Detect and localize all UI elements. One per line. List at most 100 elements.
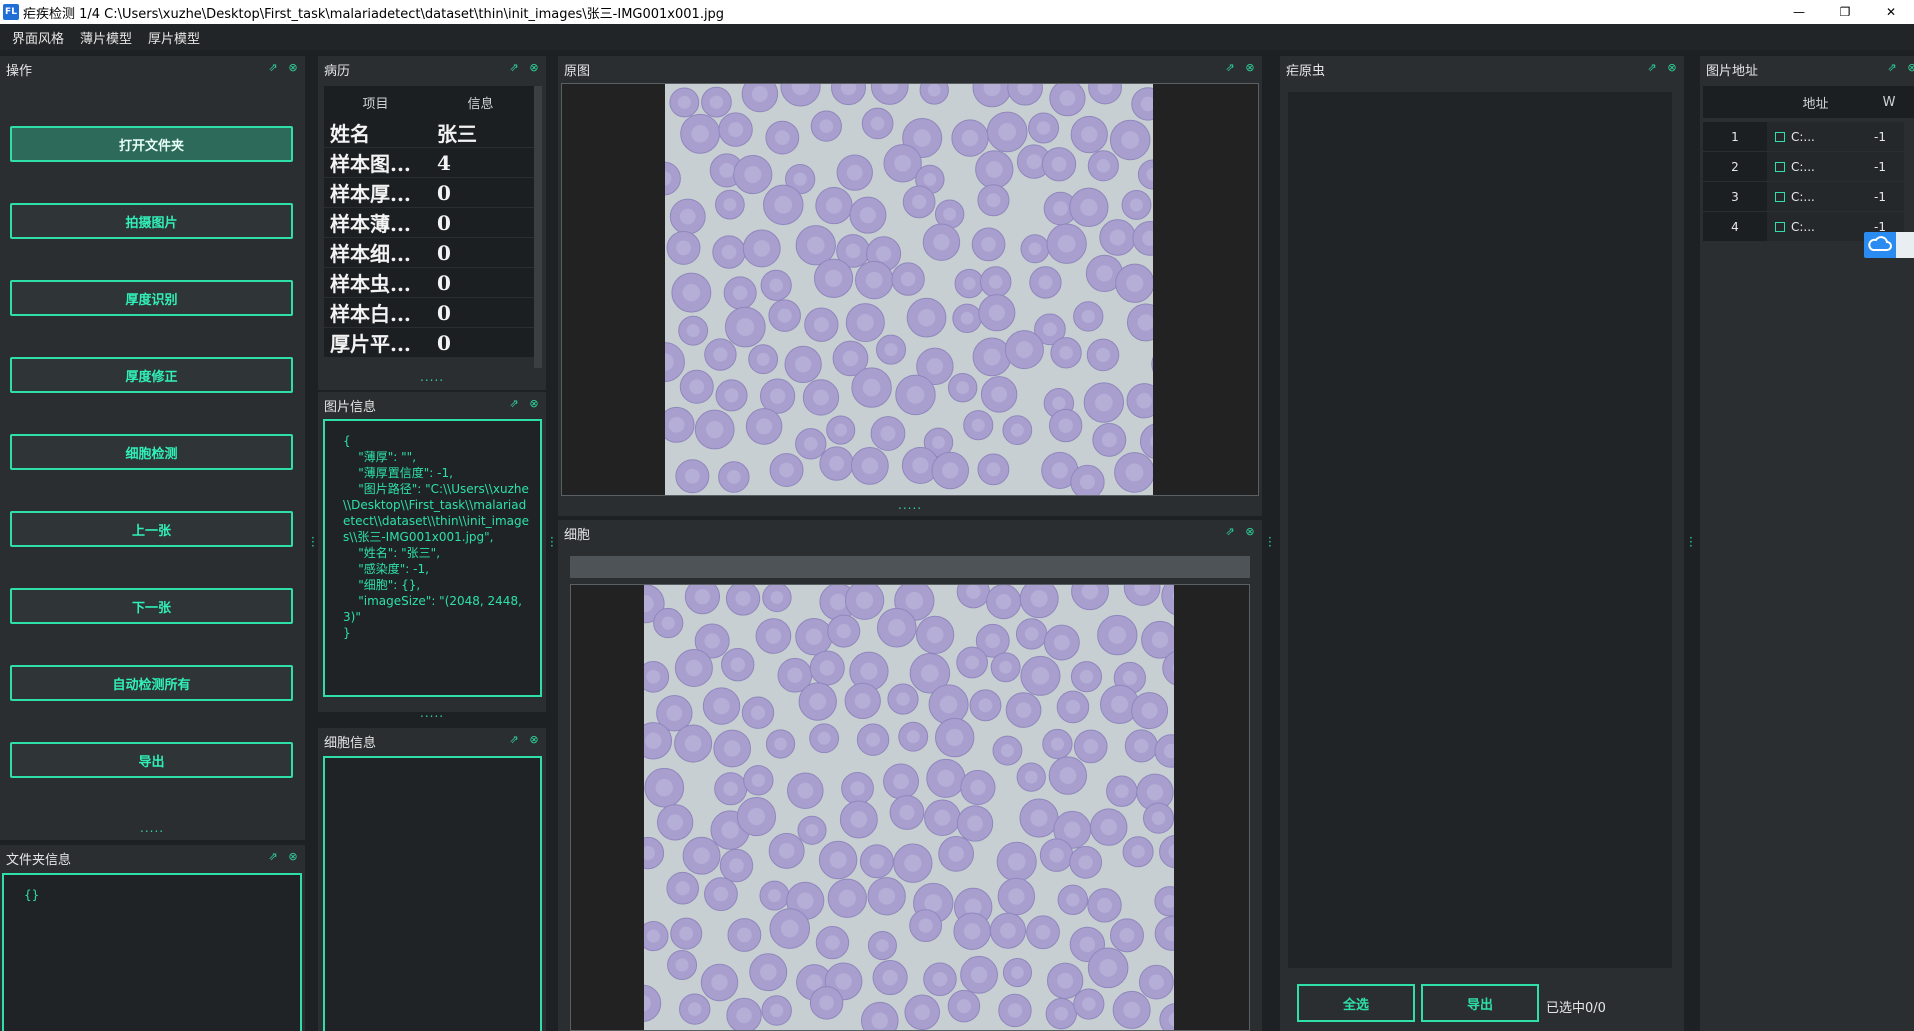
cell-center <box>1043 322 1057 337</box>
table-row[interactable]: 样本虫... 0 <box>324 268 534 298</box>
cell-center <box>1063 821 1081 839</box>
table-row[interactable]: 1 C:... -1 <box>1703 122 1904 151</box>
cell-center <box>866 732 881 747</box>
cell-center <box>875 246 892 262</box>
column-header-info[interactable]: 信息 <box>427 86 534 118</box>
cell-center <box>1007 1003 1023 1018</box>
cell-center <box>728 122 744 138</box>
float-icon[interactable]: ⇗ <box>1886 62 1898 74</box>
close-icon[interactable]: ⊗ <box>1666 62 1678 74</box>
close-icon[interactable]: ⊗ <box>1244 526 1256 538</box>
previous-button[interactable]: 上一张 <box>10 511 293 547</box>
table-row[interactable]: 样本薄... 0 <box>324 208 534 238</box>
cell-center <box>854 692 871 709</box>
cell-center <box>918 918 933 933</box>
close-window-button[interactable]: ✕ <box>1868 0 1914 24</box>
menu-thick-model[interactable]: 厚片模型 <box>140 28 208 47</box>
cell-center <box>1059 90 1076 107</box>
thickness-recognize-button[interactable]: 厚度识别 <box>10 280 293 316</box>
float-icon[interactable]: ⇗ <box>267 62 279 74</box>
cell-center <box>917 308 936 327</box>
resize-handle[interactable]: ..... <box>140 821 164 835</box>
column-header-index[interactable] <box>1703 86 1767 118</box>
parasite-export-button[interactable]: 导出 <box>1421 984 1539 1022</box>
cell-center <box>797 782 814 799</box>
parasite-list[interactable] <box>1288 92 1672 968</box>
cell-center <box>779 462 794 478</box>
float-icon[interactable]: ⇗ <box>508 398 520 410</box>
open-folder-button[interactable]: 打开文件夹 <box>10 126 293 162</box>
cell-detect-button[interactable]: 细胞检测 <box>10 434 293 470</box>
float-icon[interactable]: ⇗ <box>1224 62 1236 74</box>
table-row[interactable]: 样本细... 0 <box>324 238 534 268</box>
table-row[interactable]: 3 C:... -1 <box>1703 182 1904 211</box>
cell-center <box>856 314 874 332</box>
cell-center <box>985 161 1003 178</box>
splitter-handle[interactable]: · · · <box>311 532 315 552</box>
cell-center <box>1083 739 1099 754</box>
column-header-item[interactable]: 项目 <box>324 86 427 118</box>
column-header-w[interactable]: W <box>1864 86 1914 118</box>
resize-handle[interactable]: ..... <box>898 498 922 512</box>
close-icon[interactable]: ⊗ <box>1906 62 1914 74</box>
cell-center <box>939 695 958 714</box>
cell-center <box>962 277 976 290</box>
float-icon[interactable]: ⇗ <box>267 851 279 863</box>
cell-center <box>684 468 700 484</box>
cell-center <box>888 618 906 637</box>
table-row[interactable]: 样本图... 4 <box>324 148 534 178</box>
cell-center <box>869 853 885 869</box>
float-icon[interactable]: ⇗ <box>508 62 520 74</box>
select-all-button[interactable]: 全选 <box>1297 984 1415 1022</box>
capture-image-button[interactable]: 拍摄图片 <box>10 203 293 239</box>
cloud-icon[interactable] <box>1864 232 1896 258</box>
auto-detect-all-button[interactable]: 自动检测所有 <box>10 665 293 701</box>
scrollbar[interactable] <box>534 86 542 368</box>
float-icon[interactable]: ⇗ <box>1646 62 1658 74</box>
cloud-tab[interactable] <box>1896 232 1914 258</box>
row-checkbox[interactable] <box>1775 131 1785 142</box>
cell-center <box>747 807 766 826</box>
close-icon[interactable]: ⊗ <box>287 851 299 863</box>
image-info-box: { "薄厚": "", "薄厚置信度": -1, "图片路径": "C:\\Us… <box>323 419 542 697</box>
cell-center <box>924 894 943 912</box>
cell-center <box>677 95 691 109</box>
cell-center <box>927 84 941 97</box>
close-icon[interactable]: ⊗ <box>528 734 540 746</box>
restore-button[interactable]: ❐ <box>1822 0 1868 24</box>
menu-ui-style[interactable]: 界面风格 <box>4 28 72 47</box>
table-row[interactable]: 姓名 张三 <box>324 118 534 148</box>
table-row[interactable]: 样本厚... 0 <box>324 178 534 208</box>
resize-handle[interactable]: ..... <box>420 370 444 384</box>
close-icon[interactable]: ⊗ <box>528 398 540 410</box>
splitter-handle[interactable]: · · · <box>1268 532 1272 552</box>
table-row[interactable]: 2 C:... -1 <box>1703 152 1904 181</box>
original-image-view[interactable] <box>561 83 1259 496</box>
float-icon[interactable]: ⇗ <box>1224 526 1236 538</box>
float-icon[interactable]: ⇗ <box>508 734 520 746</box>
row-checkbox[interactable] <box>1775 221 1785 232</box>
resize-handle[interactable]: ..... <box>420 706 444 720</box>
close-icon[interactable]: ⊗ <box>1244 62 1256 74</box>
menu-thin-model[interactable]: 薄片模型 <box>72 28 140 47</box>
window-title: 疟疾检测 1/4 C:\Users\xuzhe\Desktop\First_ta… <box>23 6 725 22</box>
table-row[interactable]: 厚片平... 0 <box>324 328 534 358</box>
close-icon[interactable]: ⊗ <box>528 62 540 74</box>
export-button[interactable]: 导出 <box>10 742 293 778</box>
cell-image-view[interactable] <box>570 584 1250 1031</box>
row-checkbox[interactable] <box>1775 191 1785 202</box>
cell-center <box>646 929 660 943</box>
close-icon[interactable]: ⊗ <box>287 62 299 74</box>
cell-center <box>1059 767 1077 784</box>
row-checkbox[interactable] <box>1775 161 1785 172</box>
cell-center <box>1108 626 1127 644</box>
column-header-address[interactable]: 地址 <box>1767 86 1864 118</box>
minimize-button[interactable]: — <box>1776 0 1822 24</box>
cell-center <box>906 730 920 744</box>
thickness-correct-button[interactable]: 厚度修正 <box>10 357 293 393</box>
next-button[interactable]: 下一张 <box>10 588 293 624</box>
splitter-handle[interactable]: · · · <box>1689 532 1693 552</box>
table-row[interactable]: 样本白... 0 <box>324 298 534 328</box>
cell-center <box>913 129 931 147</box>
splitter-handle[interactable]: · · · <box>550 532 554 552</box>
